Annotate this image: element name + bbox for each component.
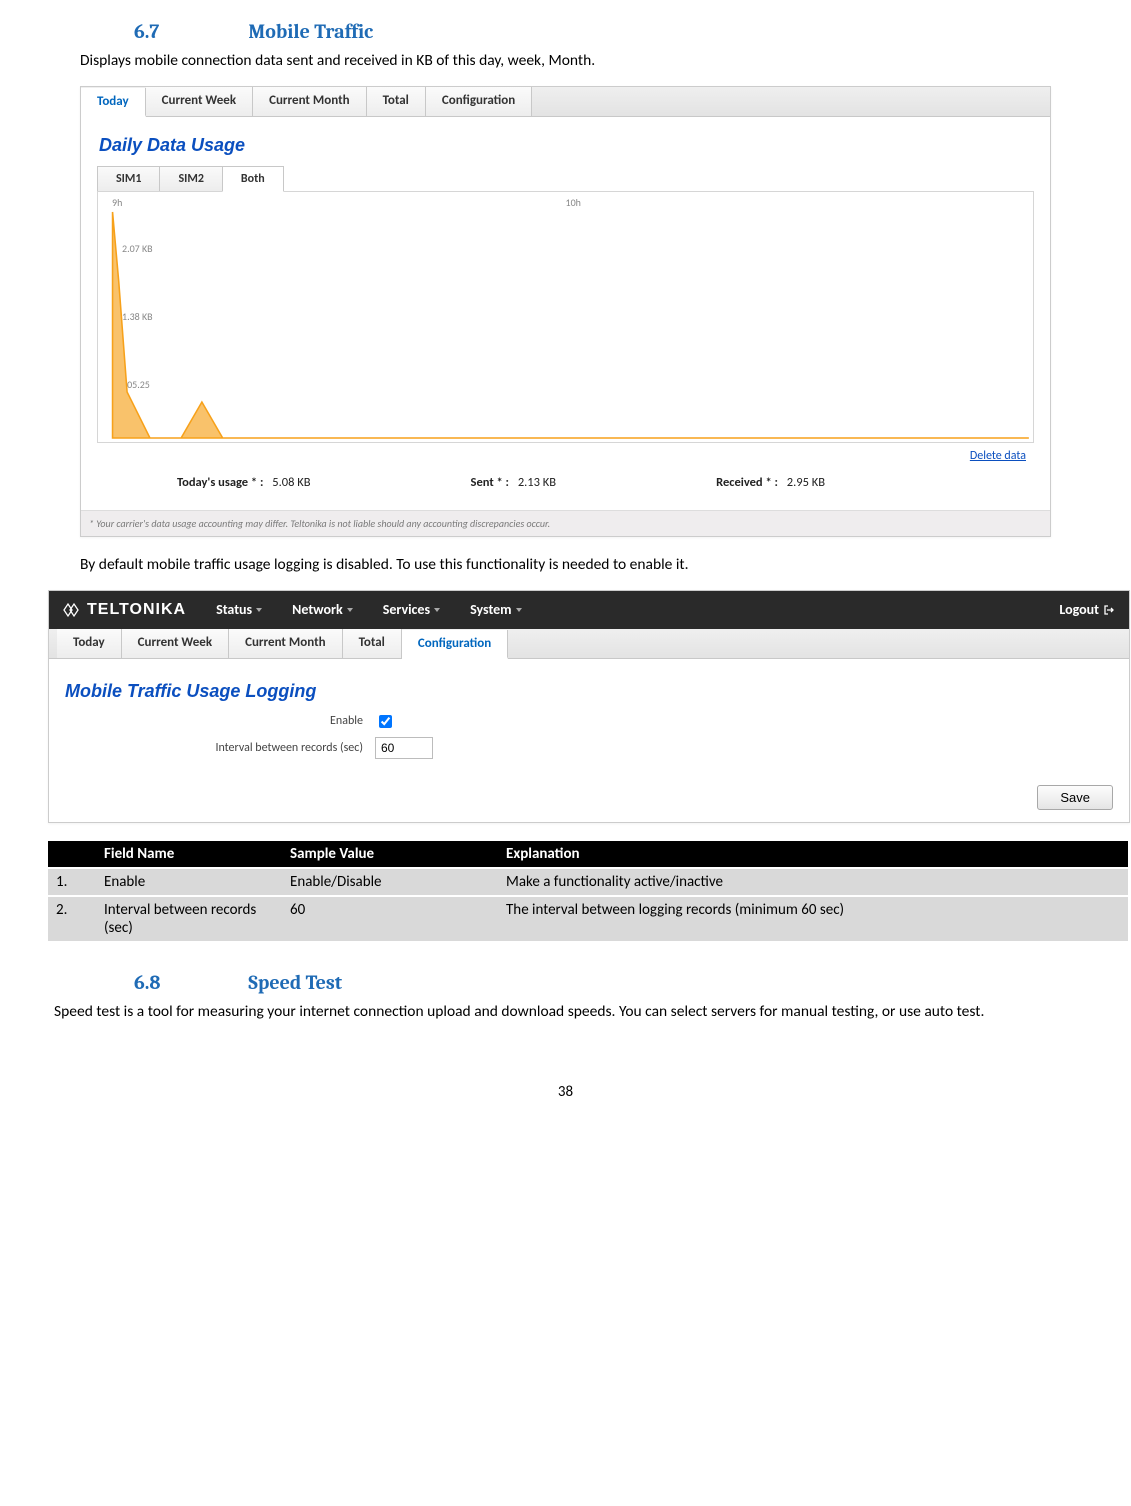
top-nav: TELTONIKA Status Network Services System… xyxy=(49,591,1129,629)
brand-icon xyxy=(63,602,83,618)
sim2-tab[interactable]: SIM2 xyxy=(159,166,222,192)
disclaimer: * Your carrier's data usage accounting m… xyxy=(81,510,1050,536)
menu-network[interactable]: Network xyxy=(292,601,353,618)
save-button[interactable]: Save xyxy=(1037,785,1113,810)
row-field: Enable xyxy=(96,868,282,896)
brand-logo: TELTONIKA xyxy=(63,601,186,619)
th-sample-value: Sample Value xyxy=(282,841,498,868)
menu-services[interactable]: Services xyxy=(383,601,440,618)
daily-usage-panel: Today Current Week Current Month Total C… xyxy=(80,86,1051,537)
section-title: Speed Test xyxy=(248,971,342,994)
row-field: Interval between records (sec) xyxy=(96,896,282,941)
brand-text: TELTONIKA xyxy=(87,601,186,619)
field-explanation-table: Field Name Sample Value Explanation 1. E… xyxy=(48,841,1128,941)
row-num: 2. xyxy=(48,896,96,941)
th-blank xyxy=(48,841,96,868)
sent-label: Sent * : xyxy=(471,475,509,490)
menu-status[interactable]: Status xyxy=(216,601,262,618)
section-6-7-intro: Displays mobile connection data sent and… xyxy=(52,51,1079,72)
tab-configuration[interactable]: Configuration xyxy=(426,87,532,116)
enable-row: Enable xyxy=(63,712,1115,731)
mid-paragraph: By default mobile traffic usage logging … xyxy=(52,555,1079,576)
logout-label: Logout xyxy=(1059,601,1099,618)
cfg-tab-current-week[interactable]: Current Week xyxy=(122,629,229,658)
section-6-7-heading: 6.7 Mobile Traffic xyxy=(134,20,1107,43)
row-sample: Enable/Disable xyxy=(282,868,498,896)
logging-title: Mobile Traffic Usage Logging xyxy=(65,681,1115,702)
row-exp: The interval between logging records (mi… xyxy=(498,896,1128,941)
tab-today[interactable]: Today xyxy=(81,88,146,117)
section-number: 6.8 xyxy=(134,971,244,994)
cfg-tab-configuration[interactable]: Configuration xyxy=(402,630,508,659)
received-label: Received * : xyxy=(716,475,778,490)
config-tabs: Today Current Week Current Month Total C… xyxy=(49,629,1129,659)
section-title: Mobile Traffic xyxy=(248,20,373,43)
table-row: 2. Interval between records (sec) 60 The… xyxy=(48,896,1128,941)
th-field-name: Field Name xyxy=(96,841,282,868)
received-value: 2.95 KB xyxy=(787,475,825,490)
table-header-row: Field Name Sample Value Explanation xyxy=(48,841,1128,868)
cfg-tab-today[interactable]: Today xyxy=(57,629,122,658)
section-6-8-body: Speed test is a tool for measuring your … xyxy=(24,1002,1107,1023)
cfg-tab-current-month[interactable]: Current Month xyxy=(229,629,343,658)
interval-row: Interval between records (sec) xyxy=(63,737,1115,759)
row-num: 1. xyxy=(48,868,96,896)
tab-total[interactable]: Total xyxy=(367,87,426,116)
today-usage-label: Today's usage * : xyxy=(177,475,263,490)
section-number: 6.7 xyxy=(134,20,244,43)
th-explanation: Explanation xyxy=(498,841,1128,868)
cfg-tab-total[interactable]: Total xyxy=(343,629,402,658)
section-6-8-heading: 6.8 Speed Test xyxy=(134,971,1107,994)
interval-input[interactable] xyxy=(375,737,433,759)
sim1-tab[interactable]: SIM1 xyxy=(97,166,160,192)
usage-chart: 9h 10h 2.07 KB 1.38 KB 705.25 xyxy=(97,191,1034,443)
daily-usage-title: Daily Data Usage xyxy=(99,135,1034,156)
delete-data-link[interactable]: Delete data xyxy=(970,449,1026,463)
logging-config-panel: TELTONIKA Status Network Services System… xyxy=(48,590,1130,823)
row-sample: 60 xyxy=(282,896,498,941)
sent-value: 2.13 KB xyxy=(518,475,556,490)
page-number: 38 xyxy=(24,1083,1107,1101)
today-usage-value: 5.08 KB xyxy=(272,475,310,490)
usage-summary: Today's usage * : 5.08 KB Sent * : 2.13 … xyxy=(97,467,1034,500)
menu-system[interactable]: System xyxy=(470,601,522,618)
sim-tabs: SIM1 SIM2 Both xyxy=(97,166,1034,192)
enable-checkbox[interactable] xyxy=(379,715,392,728)
table-row: 1. Enable Enable/Disable Make a function… xyxy=(48,868,1128,896)
interval-label: Interval between records (sec) xyxy=(63,741,375,755)
logout-icon xyxy=(1103,604,1115,616)
enable-label: Enable xyxy=(63,714,375,728)
chart-svg xyxy=(98,192,1033,442)
logout-link[interactable]: Logout xyxy=(1059,601,1115,618)
delete-data-row: Delete data xyxy=(97,443,1034,467)
row-exp: Make a functionality active/inactive xyxy=(498,868,1128,896)
both-tab[interactable]: Both xyxy=(222,166,284,192)
tab-current-month[interactable]: Current Month xyxy=(253,87,367,116)
tab-current-week[interactable]: Current Week xyxy=(146,87,253,116)
usage-tabs: Today Current Week Current Month Total C… xyxy=(81,87,1050,117)
